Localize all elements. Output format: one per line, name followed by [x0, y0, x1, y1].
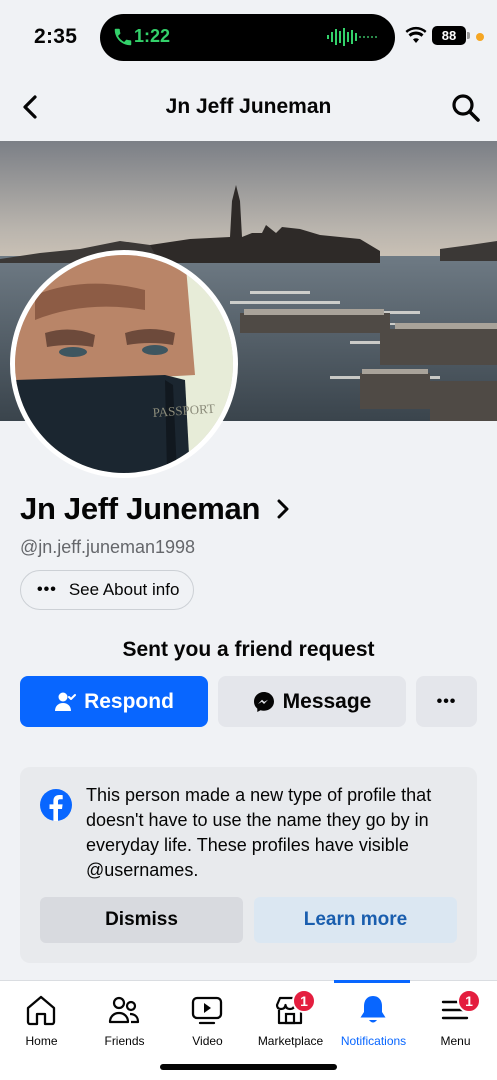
phone-icon	[114, 28, 132, 46]
top-nav-bar: Jn Jeff Juneman	[0, 74, 497, 141]
home-indicator	[160, 1064, 337, 1070]
battery-tip	[467, 32, 470, 39]
tab-label: Notifications	[340, 1034, 407, 1048]
tab-label: Marketplace	[257, 1034, 324, 1048]
facebook-logo-icon	[40, 789, 72, 821]
wifi-icon	[405, 26, 427, 43]
tab-label: Home	[25, 1034, 58, 1048]
tab-label: Menu	[440, 1034, 471, 1048]
status-time: 2:35	[34, 25, 78, 48]
home-icon	[26, 995, 56, 1026]
username: @jn.jeff.juneman1998	[20, 537, 196, 557]
more-options-button[interactable]: •••	[416, 676, 477, 727]
see-about-info-button[interactable]: ••• See About info	[20, 570, 194, 610]
profile-avatar[interactable]: PASSPORT	[10, 250, 238, 478]
status-bar: 2:35 1:22 88	[0, 0, 497, 74]
more-dots-icon: •••	[436, 692, 457, 710]
friend-request-text: Sent you a friend request	[122, 638, 375, 661]
respond-label: Respond	[84, 689, 174, 713]
tab-marketplace[interactable]: 1 Marketplace	[249, 981, 332, 1051]
call-duration: 1:22	[134, 26, 171, 46]
tab-notifications[interactable]: Notifications	[332, 981, 415, 1051]
tab-label: Friends	[104, 1034, 145, 1048]
messenger-icon	[253, 691, 274, 712]
message-label: Message	[282, 689, 372, 713]
avatar-image: PASSPORT	[15, 255, 233, 473]
message-button[interactable]: Message	[218, 676, 406, 727]
tab-label: Video	[192, 1034, 223, 1048]
battery-indicator: 88	[432, 26, 466, 45]
dynamic-island-call[interactable]: 1:22	[100, 14, 395, 61]
search-icon[interactable]	[450, 92, 482, 124]
notification-badge: 1	[457, 989, 481, 1013]
page-title: Jn Jeff Juneman	[165, 95, 332, 118]
profile-type-notice: This person made a new type of profile t…	[20, 767, 477, 963]
bell-icon	[360, 996, 386, 1023]
notification-badge: 1	[292, 989, 316, 1013]
notice-text: This person made a new type of profile t…	[86, 785, 432, 880]
tab-video[interactable]: Video	[166, 981, 249, 1051]
profile-name-text: Jn Jeff Juneman	[20, 491, 261, 526]
person-check-icon	[55, 692, 77, 711]
chevron-right-icon	[277, 499, 289, 519]
tab-home[interactable]: Home	[0, 981, 83, 1051]
video-icon	[191, 996, 223, 1025]
dismiss-button[interactable]: Dismiss	[40, 897, 243, 943]
tab-menu[interactable]: 1 Menu	[414, 981, 497, 1051]
friends-icon	[108, 996, 140, 1024]
more-dots-icon: •••	[37, 581, 57, 598]
tab-friends[interactable]: Friends	[83, 981, 166, 1051]
learn-more-button[interactable]: Learn more	[254, 897, 457, 943]
respond-button[interactable]: Respond	[20, 676, 208, 727]
mic-indicator-dot	[476, 33, 484, 41]
see-about-info-label: See About info	[68, 580, 180, 599]
profile-name[interactable]: Jn Jeff Juneman	[20, 491, 294, 527]
audio-waveform-icon	[327, 28, 377, 46]
